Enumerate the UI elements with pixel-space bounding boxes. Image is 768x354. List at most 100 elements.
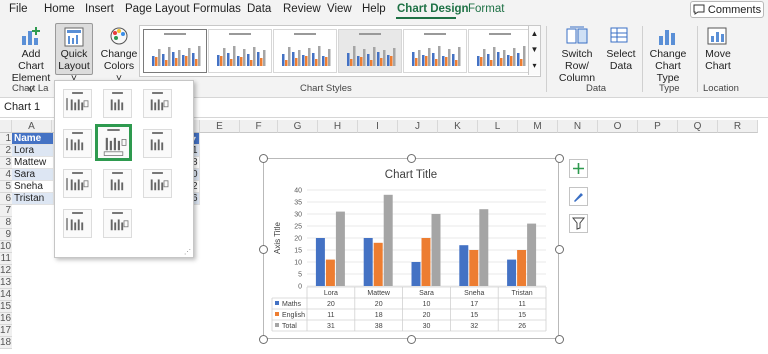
menu-data[interactable]: Data <box>247 3 271 15</box>
layout-preview-icon <box>110 212 129 231</box>
quick-layout-option-6[interactable] <box>143 129 172 158</box>
change-chart-type-button[interactable]: Change Chart Type <box>645 26 691 84</box>
bar-english-lora[interactable] <box>325 259 335 286</box>
change-chart-type-label-2: Chart Type <box>655 60 681 84</box>
data-table-value: 32 <box>470 323 478 330</box>
data-table-value: 20 <box>327 301 335 308</box>
quick-layout-option-2[interactable] <box>103 89 132 118</box>
menu-home[interactable]: Home <box>44 3 75 15</box>
quick-layout-option-3[interactable] <box>143 89 172 118</box>
name-box[interactable]: Chart 1 <box>0 99 54 116</box>
quick-layout-option-11[interactable] <box>103 209 132 238</box>
chart-style-6[interactable] <box>468 29 532 73</box>
chart-styles-gallery[interactable]: ▲ ▼ ▾ <box>139 25 541 77</box>
category-label: Lora <box>324 290 338 297</box>
quick-layout-option-8[interactable] <box>103 169 132 198</box>
resize-handle[interactable] <box>555 335 564 344</box>
table-name-cell[interactable]: Lora <box>12 145 54 157</box>
select-data-label-2: Data <box>609 60 633 72</box>
move-chart-button[interactable]: Move Chart <box>702 26 734 72</box>
chart-elements-button[interactable] <box>569 159 588 178</box>
comments-button[interactable]: Comments <box>690 1 764 18</box>
table-header-cell[interactable]: Name <box>12 133 54 145</box>
menu-review[interactable]: Review <box>283 3 321 15</box>
group-label-chart-styles: Chart Styles <box>300 83 352 94</box>
chart-area[interactable]: Chart Title Axis Title 0 5 10 15 20 25 30 35 40 Lor… <box>263 158 559 339</box>
quick-layout-option-9[interactable] <box>143 169 172 198</box>
change-colors-button[interactable]: Change Colors ˅ <box>100 26 138 84</box>
bar-total-lora[interactable] <box>335 211 345 286</box>
column-header: P <box>638 120 678 133</box>
menu-formulas[interactable]: Formulas <box>193 3 241 15</box>
chart-title[interactable]: Chart Title <box>385 169 437 181</box>
bar-maths-tristan[interactable] <box>507 259 517 286</box>
select-data-button[interactable]: Select Data <box>605 26 637 72</box>
quick-layout-option-7[interactable] <box>63 169 92 198</box>
category-label: Sara <box>419 290 434 297</box>
style-thumb-preview <box>477 33 526 66</box>
bar-english-tristan[interactable] <box>517 250 527 286</box>
table-name-cell[interactable]: Tristan <box>12 193 54 205</box>
quick-layout-option-1[interactable] <box>63 89 92 118</box>
bar-maths-mattew[interactable] <box>363 238 373 286</box>
row-header: 13 <box>0 277 12 289</box>
category-label: Mattew <box>367 290 391 297</box>
bar-english-mattew[interactable] <box>373 242 383 286</box>
move-chart-label-1: Move <box>705 48 731 60</box>
menu-page-layout[interactable]: Page Layout <box>125 3 190 15</box>
chart-style-4[interactable] <box>338 29 402 73</box>
quick-layout-option-4[interactable] <box>63 129 92 158</box>
resize-handle[interactable] <box>259 335 268 344</box>
y-tick-label: 40 <box>294 188 302 195</box>
resize-handle[interactable] <box>407 335 416 344</box>
bar-maths-sneha[interactable] <box>459 245 469 286</box>
resize-handle[interactable] <box>259 244 268 254</box>
style-thumb-preview <box>347 33 396 66</box>
chart-style-3[interactable] <box>273 29 337 73</box>
quick-layout-button[interactable]: Quick Layout ˅ <box>55 23 93 84</box>
table-name-cell[interactable]: Mattew <box>12 157 54 169</box>
chart-style-1[interactable] <box>143 29 207 73</box>
move-chart-label-2: Chart <box>705 60 731 72</box>
add-chart-element-label-1: Add Chart <box>18 48 44 72</box>
menu-insert[interactable]: Insert <box>85 3 114 15</box>
bar-total-sara[interactable] <box>431 214 441 286</box>
chart-style-5[interactable] <box>403 29 467 73</box>
row-header: 11 <box>0 253 12 265</box>
menu-file[interactable]: File <box>9 3 28 15</box>
plus-icon <box>573 163 584 174</box>
table-name-cell[interactable]: Sara <box>12 169 54 181</box>
y-tick-label: 0 <box>298 284 302 291</box>
gallery-scroll-up-icon[interactable]: ▲ <box>528 26 540 42</box>
menu-format[interactable]: Format <box>468 3 504 15</box>
bar-english-sneha[interactable] <box>469 250 479 286</box>
table-name-cell[interactable]: Sneha <box>12 181 54 193</box>
data-table-value: 11 <box>327 312 334 319</box>
bar-english-sara[interactable] <box>421 238 431 286</box>
resize-handle[interactable] <box>555 154 564 163</box>
style-thumb-preview <box>217 33 266 66</box>
resize-handle[interactable] <box>407 154 416 163</box>
legend-label: Total <box>282 323 297 330</box>
quick-layout-gallery[interactable]: ⋰ <box>54 80 194 258</box>
quick-layout-option-5[interactable] <box>95 124 132 161</box>
brush-icon <box>574 193 583 202</box>
bar-maths-lora[interactable] <box>315 238 325 286</box>
bar-maths-sara[interactable] <box>411 262 421 286</box>
quick-layout-option-10[interactable] <box>63 209 92 238</box>
chart-style-2[interactable] <box>208 29 272 73</box>
menu-help[interactable]: Help <box>362 3 386 15</box>
bar-total-sneha[interactable] <box>479 209 489 286</box>
bar-total-tristan[interactable] <box>527 223 537 286</box>
menu-chart-design[interactable]: Chart Design <box>397 3 469 15</box>
y-axis-title[interactable]: Axis Title <box>273 221 282 254</box>
resize-handle[interactable] <box>259 154 268 163</box>
switch-row-column-button[interactable]: Switch Row/ Column <box>552 26 602 84</box>
gallery-scroll-down-icon[interactable]: ▼ <box>528 42 540 58</box>
gallery-more-icon[interactable]: ▾ <box>528 58 540 75</box>
menu-view[interactable]: View <box>327 3 352 15</box>
resize-handle[interactable] <box>555 244 564 254</box>
bar-total-mattew[interactable] <box>383 194 393 286</box>
chart-filters-button[interactable] <box>569 214 588 233</box>
chart-styles-button[interactable] <box>569 187 588 206</box>
